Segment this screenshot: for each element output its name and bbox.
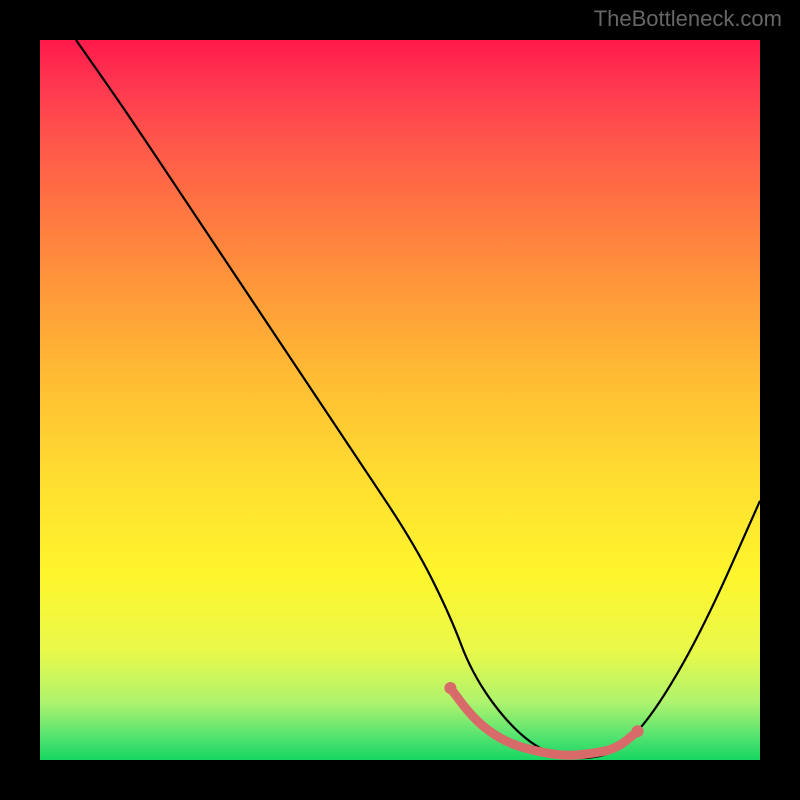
watermark-text: TheBottleneck.com xyxy=(594,6,782,32)
main-curve xyxy=(76,40,760,758)
plot-area xyxy=(40,40,760,760)
highlight-dots xyxy=(444,682,643,737)
highlight-endpoint xyxy=(632,725,644,737)
highlight-endpoint xyxy=(444,682,456,694)
chart-container: TheBottleneck.com xyxy=(0,0,800,800)
curve-svg xyxy=(40,40,760,760)
highlight-segment xyxy=(450,688,637,755)
